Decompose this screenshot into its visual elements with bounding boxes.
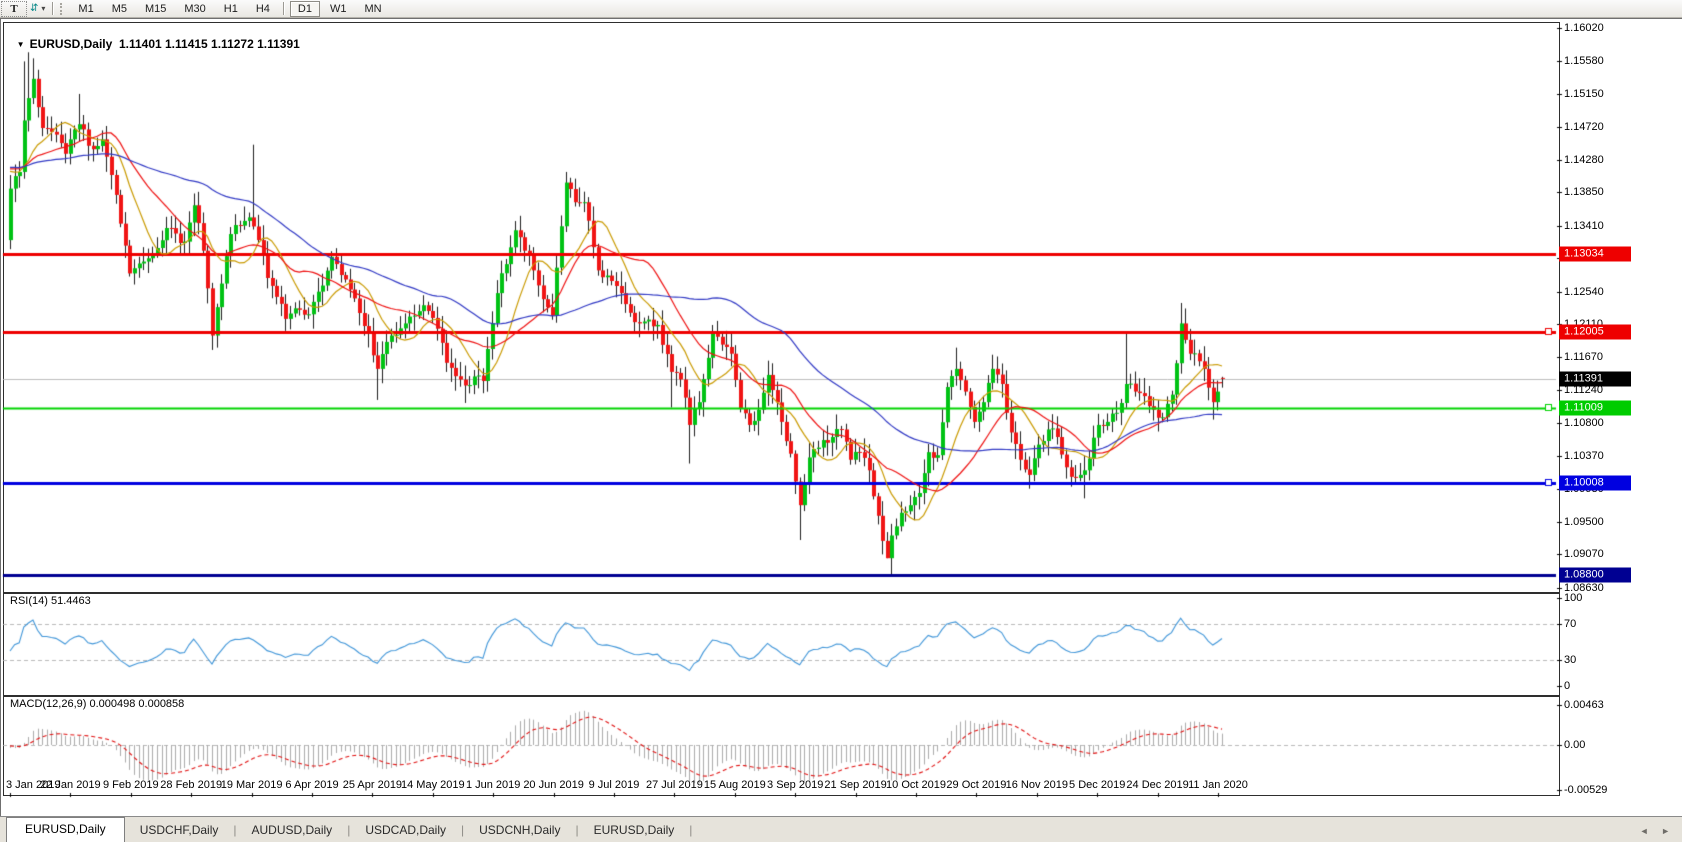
date-axis-label: 22 Jan 2019 [40, 779, 101, 791]
price-axis-tick: 1.14720 [1564, 120, 1604, 133]
rsi-axis-tick: 100 [1564, 592, 1583, 604]
price-axis-tick: 1.15150 [1564, 87, 1604, 100]
date-axis-label: 20 Jun 2019 [523, 779, 584, 791]
collapse-arrow-icon[interactable]: ▼ [17, 40, 25, 49]
hline-price-label: 1.12005 [1559, 324, 1631, 340]
price-axis-tick: 1.09500 [1564, 515, 1604, 528]
date-axis-label: 25 Apr 2019 [342, 779, 403, 791]
macd-axis-tick: 0.00463 [1564, 699, 1604, 712]
hline-price-label: 1.08800 [1559, 567, 1631, 583]
tab-scroll-arrows: ◄ ► [1630, 826, 1670, 836]
chart-title: ▼ EURUSD,Daily 1.11401 1.11415 1.11272 1.… [10, 23, 300, 51]
price-axis-tick: 1.10800 [1564, 417, 1604, 430]
date-axis-label: 19 Mar 2019 [220, 779, 283, 791]
tab-scroll-right-icon[interactable]: ► [1661, 826, 1670, 836]
date-axis-label: 16 Nov 2019 [1005, 779, 1068, 791]
hline-price-label: 1.10008 [1559, 475, 1631, 491]
date-axis-label: 21 Sep 2019 [824, 779, 887, 791]
rsi-axis-tick: 70 [1564, 618, 1577, 631]
date-axis-label: 24 Dec 2019 [1126, 779, 1189, 791]
price-axis-tick: 1.09070 [1564, 548, 1604, 561]
hline-price-label: 1.11009 [1559, 400, 1631, 416]
price-axis-tick: 1.10370 [1564, 449, 1604, 462]
date-axis-label: 29 Oct 2019 [946, 779, 1007, 791]
hline-price-label: 1.13034 [1559, 246, 1631, 262]
rsi-indicator-label: RSI(14) 51.4463 [10, 595, 91, 607]
mt4-application: { "toolbar": { "text_tool_label": "T", "… [0, 0, 1682, 842]
date-axis-label: 14 May 2019 [400, 779, 465, 791]
date-axis-label: 15 Aug 2019 [703, 779, 766, 791]
macd-indicator-label: MACD(12,26,9) 0.000498 0.000858 [10, 698, 185, 710]
chart-canvas[interactable] [0, 0, 1682, 842]
tab-scroll-left-icon[interactable]: ◄ [1640, 826, 1649, 836]
date-axis-label: 27 Jul 2019 [645, 779, 703, 791]
date-axis-label: 10 Oct 2019 [886, 779, 946, 791]
date-axis-label: 3 Sep 2019 [767, 779, 824, 791]
date-axis-label: 9 Feb 2019 [102, 779, 159, 791]
date-axis-label: 11 Jan 2020 [1188, 779, 1248, 791]
current-price-label: 1.11391 [1559, 371, 1631, 387]
price-axis-tick: 1.12540 [1564, 285, 1604, 298]
date-axis-label: 9 Jul 2019 [588, 779, 640, 791]
price-axis-tick: 1.13850 [1564, 186, 1604, 199]
price-axis-tick: 1.16020 [1564, 22, 1604, 35]
rsi-axis-tick: 0 [1564, 680, 1571, 692]
rsi-axis-tick: 30 [1564, 653, 1577, 666]
macd-axis-tick: 0.00 [1564, 739, 1586, 751]
price-axis-tick: 1.13410 [1564, 219, 1604, 232]
date-axis-label: 5 Dec 2019 [1069, 779, 1126, 791]
date-axis-label: 28 Feb 2019 [160, 779, 223, 791]
macd-axis-tick: -0.00529 [1564, 784, 1608, 797]
price-axis-tick: 1.11670 [1564, 351, 1603, 364]
chart-title-text: EURUSD,Daily 1.11401 1.11415 1.11272 1.1… [29, 37, 300, 51]
date-axis-label: 6 Apr 2019 [285, 779, 339, 791]
date-axis-label: 1 Jun 2019 [465, 779, 521, 791]
price-axis-tick: 1.14280 [1564, 153, 1604, 166]
price-axis-tick: 1.15580 [1564, 55, 1604, 68]
